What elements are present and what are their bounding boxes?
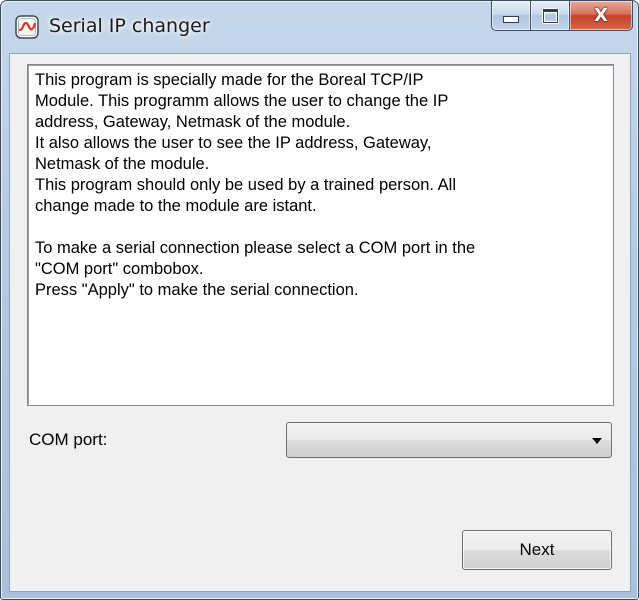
window-title: Serial IP changer [49, 15, 210, 37]
description-line: This program should only be used by a tr… [35, 176, 456, 194]
maximize-button[interactable] [531, 1, 570, 31]
description-line: It also allows the user to see the IP ad… [35, 134, 432, 152]
description-line: To make a serial connection please selec… [35, 239, 476, 257]
app-window: Serial IP changer X This program is spec… [0, 0, 639, 600]
description-text: This program is specially made for the B… [35, 70, 605, 301]
description-line: Module. This programm allows the user to… [35, 92, 449, 110]
serial-port-icon [15, 15, 39, 39]
close-icon: X [594, 4, 608, 26]
dialog-client-area: This program is specially made for the B… [9, 53, 631, 592]
title-bar[interactable]: Serial IP changer X [1, 1, 638, 53]
minimize-button[interactable] [491, 1, 531, 31]
description-line: "COM port" combobox. [35, 260, 204, 278]
description-line: Press "Apply" to make the serial connect… [35, 281, 359, 299]
next-button[interactable]: Next [462, 530, 612, 570]
com-port-label: COM port: [29, 430, 108, 449]
description-blank-line [35, 217, 605, 238]
description-line: This program is specially made for the B… [35, 71, 424, 89]
dropdown-arrow-icon[interactable] [592, 438, 602, 444]
description-textbox[interactable]: This program is specially made for the B… [27, 64, 614, 406]
description-line: change made to the module are istant. [35, 197, 317, 215]
com-port-combobox[interactable] [286, 422, 612, 458]
minimize-icon [503, 16, 519, 23]
description-line: address, Gateway, Netmask of the module. [35, 113, 351, 131]
caption-buttons: X [491, 1, 633, 31]
close-button[interactable]: X [570, 1, 633, 31]
maximize-icon [542, 8, 558, 23]
description-line: Netmask of the module. [35, 155, 210, 173]
